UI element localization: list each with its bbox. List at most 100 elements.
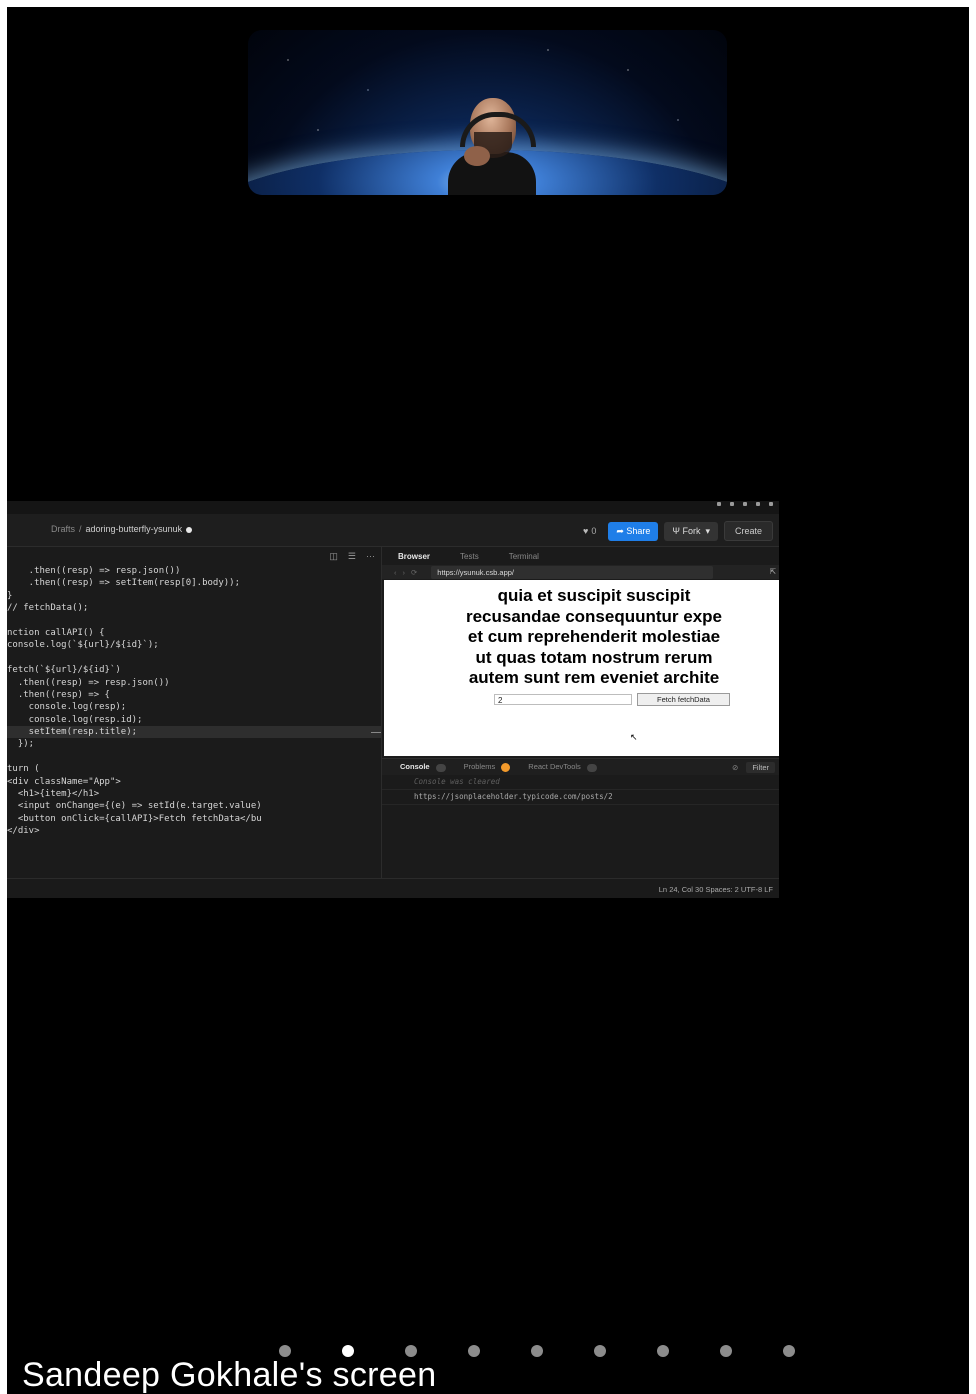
editor-toolbar: ◫ ☰ ···: [329, 551, 375, 562]
heading-line: autem sunt rem eveniet archite: [468, 668, 720, 687]
more-options-icon[interactable]: ···: [366, 551, 375, 562]
share-arrow-icon: ➦: [616, 525, 627, 536]
layout-icon[interactable]: ☰: [348, 551, 356, 562]
tab-tests[interactable]: Tests: [444, 552, 493, 561]
like-counter[interactable]: ♥ 0: [583, 526, 596, 536]
fork-button[interactable]: Ψ Fork ▾: [664, 521, 718, 541]
browser-preview: quia et suscipit suscipit recusandae cons…: [384, 580, 779, 756]
code-line[interactable]: </div>: [7, 825, 381, 837]
tab-react-devtools-label: React DevTools: [528, 762, 581, 772]
share-button[interactable]: ➦ Share: [608, 521, 659, 541]
code-line[interactable]: }: [7, 590, 381, 602]
id-input[interactable]: 2: [494, 694, 632, 705]
pager-dot[interactable]: [657, 1345, 669, 1357]
heading-line: et cum reprehenderit molestiae: [467, 627, 721, 646]
status-text: Ln 24, Col 30 Spaces: 2 UTF-8 LF: [658, 885, 773, 894]
tab-console-label: Console: [400, 762, 430, 772]
fetch-button[interactable]: Fetch fetchData: [637, 693, 730, 706]
heading-line: ut quas totam nostrum rerum: [475, 647, 713, 667]
mouse-cursor-icon: ↖: [630, 732, 638, 742]
page-heading: quia et suscipit suscipit recusandae cons…: [384, 586, 779, 689]
code-line[interactable]: .then((resp) => resp.json()): [7, 565, 381, 577]
chevron-down-icon: ▾: [700, 525, 710, 536]
code-line[interactable]: console.log(resp);: [7, 701, 381, 713]
preview-pane: Browser Tests Terminal ‹›⟳ https://ysunu…: [382, 547, 779, 878]
window-titlebar: [7, 501, 779, 514]
code-line[interactable]: // fetchData();: [7, 602, 381, 614]
problems-badge: [501, 762, 511, 772]
preview-tabs: Browser Tests Terminal: [382, 547, 779, 565]
breadcrumb-separator: /: [79, 524, 82, 534]
shared-screen[interactable]: Drafts / adoring-butterfly-ysunuk ♥ 0 ➦ Sha…: [7, 501, 779, 898]
tab-problems-label: Problems: [463, 762, 496, 772]
pager-dot[interactable]: [468, 1345, 480, 1357]
participant-video-tile[interactable]: [248, 30, 727, 195]
tab-terminal[interactable]: Terminal: [493, 552, 553, 561]
split-view-icon[interactable]: ◫: [329, 551, 338, 562]
tab-browser[interactable]: Browser: [382, 552, 444, 561]
pager-dot[interactable]: [783, 1345, 795, 1357]
code-line[interactable]: console.log(resp.id);: [7, 714, 381, 726]
breadcrumb-project[interactable]: adoring-butterfly-ysunuk: [86, 524, 183, 534]
code-lines[interactable]: .then((resp) => resp.json()) .then((resp…: [7, 565, 381, 838]
devtools-badge: [586, 763, 597, 772]
heart-icon: ♥: [582, 526, 589, 536]
fork-icon: Ψ: [672, 525, 683, 536]
window-controls: [717, 502, 773, 506]
console-badge: [435, 763, 446, 772]
console-line: Console was cleared: [382, 775, 779, 790]
code-line[interactable]: fetch(`${url}/${id}`): [7, 664, 381, 676]
code-line[interactable]: turn (: [7, 763, 381, 775]
status-bar: Ln 24, Col 30 Spaces: 2 UTF-8 LF: [7, 878, 779, 898]
tab-problems[interactable]: Problems: [464, 762, 511, 772]
code-line[interactable]: .then((resp) => setItem(resp[0].body));: [7, 577, 381, 589]
share-button-label: Share: [626, 525, 651, 536]
code-line[interactable]: setItem(resp.title);: [7, 726, 381, 739]
fork-button-label: Fork: [682, 525, 701, 536]
heading-line: quia et suscipit suscipit: [497, 586, 691, 605]
code-editor[interactable]: ◫ ☰ ··· .then((resp) => resp.json()) .th…: [7, 547, 382, 878]
code-line[interactable]: <button onClick={callAPI}>Fetch fetchDat…: [7, 813, 381, 825]
code-line[interactable]: <h1>{item}</h1>: [7, 788, 381, 800]
open-external-icon[interactable]: ⇱: [770, 567, 776, 576]
window-control-icon[interactable]: [756, 502, 760, 506]
console-filter[interactable]: Filter: [746, 761, 775, 773]
breadcrumb-folder[interactable]: Drafts: [51, 524, 75, 534]
code-line[interactable]: .then((resp) => {: [7, 689, 381, 701]
code-line[interactable]: <div className="App">: [7, 776, 381, 788]
participant-hand: [464, 146, 490, 166]
code-line[interactable]: [7, 751, 381, 763]
unsaved-dot-icon: [186, 526, 193, 533]
console-tabs: Console Problems React DevTools ⊘ Filter: [382, 758, 779, 775]
window-control-icon[interactable]: [717, 502, 721, 506]
code-line[interactable]: nction callAPI() {: [7, 627, 381, 639]
create-button[interactable]: Create: [723, 521, 773, 541]
console-output: Console was cleared https://jsonplacehol…: [382, 775, 779, 865]
code-line[interactable]: [7, 615, 381, 627]
window-control-icon[interactable]: [769, 502, 773, 506]
tab-console[interactable]: Console: [400, 762, 446, 772]
pager-dot[interactable]: [720, 1345, 732, 1357]
participant-figure: [448, 98, 536, 195]
screen-share-caption: Sandeep Gokhale's screen: [22, 1356, 437, 1394]
clear-console-icon[interactable]: ⊘: [732, 763, 738, 772]
heading-line: recusandae consequuntur expe: [465, 606, 723, 626]
code-line[interactable]: console.log(`${url}/${id}`);: [7, 639, 381, 651]
code-line[interactable]: .then((resp) => resp.json()): [7, 677, 381, 689]
editor-header: Drafts / adoring-butterfly-ysunuk ♥ 0 ➦ Sha…: [7, 514, 779, 547]
pager-dot[interactable]: [594, 1345, 606, 1357]
preview-url-input[interactable]: https://ysunuk.csb.app/: [431, 565, 714, 579]
window-control-icon[interactable]: [730, 502, 734, 506]
nav-arrows-icon[interactable]: ‹›⟳: [394, 568, 423, 577]
code-line[interactable]: <input onChange={(e) => setId(e.target.v…: [7, 800, 381, 812]
console-actions: ⊘ Filter: [732, 761, 775, 773]
participant-body: [448, 152, 536, 195]
breadcrumb: Drafts / adoring-butterfly-ysunuk: [51, 524, 193, 534]
tab-react-devtools[interactable]: React DevTools: [528, 762, 597, 772]
code-line[interactable]: });: [7, 738, 381, 750]
pager-dot[interactable]: [531, 1345, 543, 1357]
window-control-icon[interactable]: [743, 502, 747, 506]
meeting-stage: Drafts / adoring-butterfly-ysunuk ♥ 0 ➦ Sha…: [7, 7, 969, 1394]
code-line[interactable]: [7, 652, 381, 664]
header-actions: ♥ 0 ➦ Share Ψ Fork ▾ Create: [583, 521, 773, 541]
